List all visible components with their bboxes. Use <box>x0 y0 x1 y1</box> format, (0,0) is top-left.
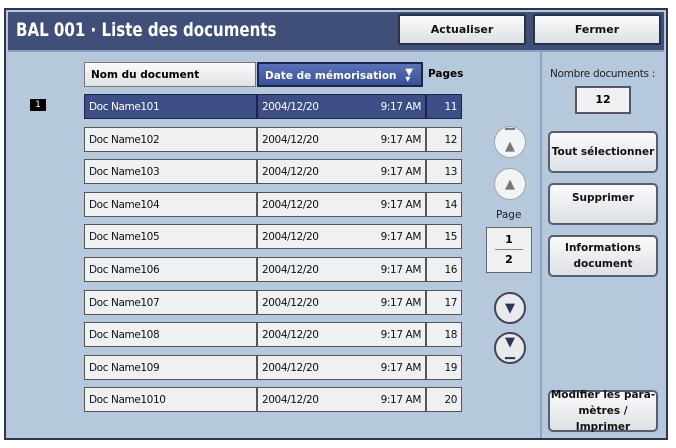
sort-descending-icon: ▼ ▾ <box>405 67 413 85</box>
first-page-button[interactable]: ▔ ▲ <box>494 126 526 158</box>
document-name: Doc Name107 <box>84 289 257 315</box>
page-down-button[interactable]: ▼ <box>494 292 526 324</box>
page-up-button[interactable]: ▲ <box>494 168 526 200</box>
document-date-cell: 2004/12/20 9:17 AM <box>257 257 426 282</box>
document-date: 2004/12/20 <box>262 329 319 342</box>
document-date-cell: 2004/12/20 9:17 AM <box>257 159 426 185</box>
document-pages: 17 <box>426 289 462 315</box>
document-date: 2004/12/20 <box>262 198 319 211</box>
document-pages: 18 <box>426 322 462 348</box>
modify-print-button[interactable]: Modifier les para- mètres / Imprimer <box>548 389 658 433</box>
document-date: 2004/12/20 <box>262 361 319 374</box>
first-page-icon: ▔ ▲ <box>505 129 515 154</box>
document-pages: 12 <box>426 126 462 152</box>
table-row[interactable]: Doc Name1010 2004/12/20 9:17 AM 20 <box>84 387 462 413</box>
document-date: 2004/12/20 <box>262 166 319 179</box>
date-header-label: Date de mémorisation <box>265 70 397 82</box>
document-date: 2004/12/20 <box>262 296 319 309</box>
table-row[interactable]: Doc Name105 2004/12/20 9:17 AM 15 <box>84 224 462 250</box>
page-divider <box>495 249 523 250</box>
document-date-cell: 2004/12/20 9:17 AM <box>257 289 426 315</box>
document-time: 9:17 AM <box>380 296 422 309</box>
document-date-cell: 2004/12/20 9:17 AM <box>257 224 426 250</box>
document-pages: 16 <box>426 257 462 282</box>
document-time: 9:17 AM <box>380 133 422 146</box>
document-date: 2004/12/20 <box>262 264 319 276</box>
document-date-cell: 2004/12/20 9:17 AM <box>257 354 426 380</box>
document-date-cell: 2004/12/20 9:17 AM <box>257 387 426 413</box>
modify-print-label-2: mètres / Imprimer <box>575 405 631 433</box>
selected-row-number: 1 <box>30 99 46 111</box>
last-page-icon: ▼ ▁ <box>505 335 515 360</box>
document-date: 2004/12/20 <box>262 231 319 244</box>
refresh-button[interactable]: Actualiser <box>398 14 526 45</box>
document-time: 9:17 AM <box>380 198 422 211</box>
document-time: 9:17 AM <box>380 231 422 244</box>
document-date-cell: 2004/12/20 9:17 AM <box>257 126 426 152</box>
document-date: 2004/12/20 <box>262 101 319 113</box>
document-time: 9:17 AM <box>380 101 422 113</box>
document-pages: 15 <box>426 224 462 250</box>
document-time: 9:17 AM <box>380 264 422 276</box>
select-all-button[interactable]: Tout sélectionner <box>548 131 658 173</box>
table-row[interactable]: Doc Name109 2004/12/20 9:17 AM 19 <box>84 354 462 380</box>
document-date-cell: 2004/12/20 9:17 AM <box>257 322 426 348</box>
table-row[interactable]: Doc Name106 2004/12/20 9:17 AM 16 <box>84 257 462 282</box>
document-name: Doc Name104 <box>84 191 257 217</box>
document-pages: 13 <box>426 159 462 185</box>
arrow-down-icon: ▼ <box>505 300 515 316</box>
document-name: Doc Name102 <box>84 126 257 152</box>
table-row[interactable]: Doc Name103 2004/12/20 9:17 AM 13 <box>84 159 462 185</box>
page-label: Page <box>496 209 522 221</box>
sort-by-date-header[interactable]: Date de mémorisation ▼ ▾ <box>257 62 423 87</box>
document-name: Doc Name106 <box>84 257 257 282</box>
document-name: Doc Name105 <box>84 224 257 250</box>
document-time: 9:17 AM <box>380 166 422 179</box>
close-button[interactable]: Fermer <box>533 14 661 45</box>
table-row[interactable]: Doc Name104 2004/12/20 9:17 AM 14 <box>84 191 462 217</box>
document-time: 9:17 AM <box>380 361 422 374</box>
document-date: 2004/12/20 <box>262 133 319 146</box>
document-pages: 11 <box>426 94 462 119</box>
document-date-cell: 2004/12/20 9:17 AM <box>257 191 426 217</box>
document-time: 9:17 AM <box>380 394 422 407</box>
document-pages: 19 <box>426 354 462 380</box>
document-name: Doc Name103 <box>84 159 257 185</box>
delete-button[interactable]: Supprimer <box>548 183 658 225</box>
document-pages: 14 <box>426 191 462 217</box>
page-title: BAL 001 · Liste des documents <box>16 19 277 41</box>
modify-print-label-1: Modifier les para- <box>550 389 656 401</box>
document-name: Doc Name1010 <box>84 387 257 413</box>
document-count: 12 <box>575 86 631 114</box>
page-indicator: 1 2 <box>486 227 532 273</box>
last-page-button[interactable]: ▼ ▁ <box>494 332 526 364</box>
document-info-label-2: document <box>573 258 633 270</box>
table-row[interactable]: Doc Name102 2004/12/20 9:17 AM 12 <box>84 126 462 152</box>
title-bar: BAL 001 · Liste des documents Actualiser… <box>8 12 664 52</box>
table-row[interactable]: Doc Name107 2004/12/20 9:17 AM 17 <box>84 289 462 315</box>
sort-by-name-header[interactable]: Nom du document <box>84 62 256 87</box>
document-info-button[interactable]: Informations document <box>548 235 658 277</box>
document-name: Doc Name101 <box>84 94 257 119</box>
document-date: 2004/12/20 <box>262 394 319 407</box>
document-date-cell: 2004/12/20 9:17 AM <box>257 94 426 119</box>
document-count-label: Nombre documents : <box>550 68 655 80</box>
document-name: Doc Name108 <box>84 322 257 348</box>
document-time: 9:17 AM <box>380 329 422 342</box>
divider <box>540 52 542 438</box>
current-page: 1 <box>505 233 513 246</box>
total-pages: 2 <box>505 253 513 266</box>
pages-header: Pages <box>428 68 464 80</box>
arrow-up-icon: ▲ <box>505 176 515 192</box>
document-name: Doc Name109 <box>84 354 257 380</box>
table-row[interactable]: Doc Name108 2004/12/20 9:17 AM 18 <box>84 322 462 348</box>
document-pages: 20 <box>426 387 462 413</box>
document-info-label-1: Informations <box>565 242 641 254</box>
table-row[interactable]: Doc Name101 2004/12/20 9:17 AM 11 <box>84 94 462 119</box>
